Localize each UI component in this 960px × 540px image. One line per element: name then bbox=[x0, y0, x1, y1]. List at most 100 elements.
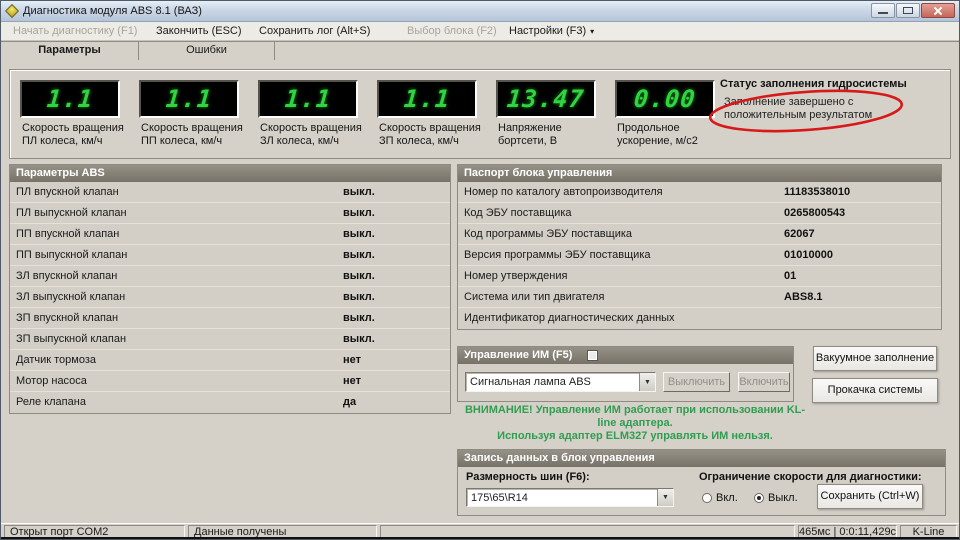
save-button[interactable]: Сохранить (Ctrl+W) bbox=[817, 484, 923, 509]
lcd-value: 1.1 bbox=[402, 85, 452, 113]
warning-line-2: Используя адаптер ELM327 управлять ИМ не… bbox=[497, 430, 773, 442]
param-label: ПЛ выпускной клапан bbox=[16, 207, 127, 219]
minimize-button[interactable] bbox=[871, 3, 895, 18]
passport-row: Система или тип двигателя ABS8.1 bbox=[458, 287, 941, 308]
tab-parameters[interactable]: Параметры bbox=[1, 42, 139, 60]
menu-select-block: Выбор блока (F2) bbox=[407, 25, 497, 37]
passport-label: Идентификатор диагностических данных bbox=[464, 312, 675, 324]
passport-row: Версия программы ЭБУ поставщика 01010000 bbox=[458, 245, 941, 266]
chevron-down-icon[interactable] bbox=[657, 489, 673, 506]
param-row: ЗП впускной клапан выкл. bbox=[10, 308, 450, 329]
param-row: Датчик тормоза нет bbox=[10, 350, 450, 371]
radio-off-label: Выкл. bbox=[768, 492, 798, 504]
app-window: Диагностика модуля ABS 8.1 (ВАЗ) Начать … bbox=[0, 0, 960, 540]
param-row: ЗЛ выпускной клапан выкл. bbox=[10, 287, 450, 308]
tire-size-label: Размерность шин (F6): bbox=[466, 471, 590, 483]
param-value: выкл. bbox=[343, 186, 375, 198]
lcd-display-fl-speed: 1.1 bbox=[20, 80, 120, 118]
tab-errors[interactable]: Ошибки bbox=[139, 42, 275, 60]
gauges-panel: 1.1 1.1 1.1 1.1 13.47 0.00 Скорость вращ… bbox=[9, 69, 951, 159]
passport-row: Код программы ЭБУ поставщика 62067 bbox=[458, 224, 941, 245]
lcd-value: 13.47 bbox=[506, 85, 586, 113]
abs-panel-title: Параметры ABS bbox=[16, 167, 105, 179]
im-checkbox[interactable] bbox=[587, 350, 599, 361]
param-label: ЗП выпускной клапан bbox=[16, 333, 127, 345]
actuator-on-button: Включить bbox=[738, 372, 790, 392]
radio-on-label: Вкл. bbox=[716, 492, 738, 504]
speed-limit-off-radio[interactable]: Выкл. bbox=[754, 492, 798, 504]
param-label: ПЛ впускной клапан bbox=[16, 186, 119, 198]
speed-limit-label: Ограничение скорости для диагностики: bbox=[699, 471, 922, 483]
param-value: выкл. bbox=[343, 333, 375, 345]
param-value: нет bbox=[343, 354, 362, 366]
close-button[interactable] bbox=[921, 3, 955, 18]
chevron-down-icon: ▾ bbox=[590, 27, 595, 36]
write-data-panel: Запись данных в блок управления Размерно… bbox=[457, 449, 946, 516]
param-label: ЗП впускной клапан bbox=[16, 312, 119, 324]
lcd-display-voltage: 13.47 bbox=[496, 80, 596, 118]
passport-row: Код ЭБУ поставщика 0265800543 bbox=[458, 203, 941, 224]
window-controls bbox=[871, 3, 955, 18]
window-title: Диагностика модуля ABS 8.1 (ВАЗ) bbox=[23, 5, 202, 17]
passport-value: 01 bbox=[784, 270, 797, 282]
speed-limit-on-radio[interactable]: Вкл. bbox=[702, 492, 738, 504]
passport-row: Номер утверждения 01 bbox=[458, 266, 941, 287]
lcd-display-accel: 0.00 bbox=[615, 80, 715, 118]
write-panel-title: Запись данных в блок управления bbox=[464, 452, 655, 464]
param-value: да bbox=[343, 396, 357, 408]
param-label: ЗЛ впускной клапан bbox=[16, 270, 118, 282]
menu-save-log[interactable]: Сохранить лог (Alt+S) bbox=[259, 25, 370, 37]
passport-label: Система или тип двигателя bbox=[464, 291, 605, 303]
bottom-edge bbox=[1, 537, 959, 539]
passport-label: Версия программы ЭБУ поставщика bbox=[464, 249, 651, 261]
param-value: выкл. bbox=[343, 207, 375, 219]
gauge-label: Скорость вращения ЗЛ колеса, км/ч bbox=[260, 122, 362, 147]
passport-value: 62067 bbox=[784, 228, 815, 240]
lcd-display-rl-speed: 1.1 bbox=[258, 80, 358, 118]
abs-parameters-panel: Параметры ABS ПЛ впускной клапан выкл. ПЛ… bbox=[9, 164, 451, 414]
actuator-select[interactable]: Сигнальная лампа ABS bbox=[465, 372, 656, 392]
gauge-label: Скорость вращения ЗП колеса, км/ч bbox=[379, 122, 481, 147]
radio-icon bbox=[702, 493, 712, 503]
lcd-value: 0.00 bbox=[632, 85, 698, 113]
passport-row: Идентификатор диагностических данных bbox=[458, 308, 941, 329]
tabbar: Параметры Ошибки bbox=[1, 41, 959, 60]
maximize-button[interactable] bbox=[896, 3, 920, 18]
menu-settings[interactable]: Настройки (F3) ▾ bbox=[509, 25, 594, 37]
param-row: ЗП выпускной клапан выкл. bbox=[10, 329, 450, 350]
lcd-value: 1.1 bbox=[283, 85, 333, 113]
param-value: выкл. bbox=[343, 270, 375, 282]
system-bleed-button[interactable]: Прокачка системы bbox=[812, 378, 938, 403]
radio-icon bbox=[754, 493, 764, 503]
chevron-down-icon[interactable] bbox=[639, 373, 655, 391]
passport-label: Код ЭБУ поставщика bbox=[464, 207, 572, 219]
tire-size-select[interactable]: 175\65\R14 bbox=[466, 488, 674, 507]
param-row: ПЛ выпускной клапан выкл. bbox=[10, 203, 450, 224]
app-icon bbox=[4, 3, 20, 19]
lcd-value: 1.1 bbox=[45, 85, 95, 113]
param-row: ПЛ впускной клапан выкл. bbox=[10, 182, 450, 203]
menu-finish[interactable]: Закончить (ESC) bbox=[156, 25, 242, 37]
param-label: ЗЛ выпускной клапан bbox=[16, 291, 126, 303]
menubar: Начать диагностику (F1) Закончить (ESC) … bbox=[1, 22, 959, 41]
passport-value: ABS8.1 bbox=[784, 291, 823, 303]
passport-row: Номер по каталогу автопроизводителя 11183… bbox=[458, 182, 941, 203]
kl-line-warning: ВНИМАНИЕ! Управление ИМ работает при исп… bbox=[457, 404, 813, 443]
tire-size-value: 175\65\R14 bbox=[471, 491, 528, 504]
hydro-status-title: Статус заполнения гидросистемы bbox=[720, 78, 907, 90]
param-value: выкл. bbox=[343, 228, 375, 240]
param-label: Реле клапана bbox=[16, 396, 86, 408]
ecu-passport-panel: Паспорт блока управления Номер по катало… bbox=[457, 164, 942, 330]
param-label: Датчик тормоза bbox=[16, 354, 96, 366]
gauge-label: Продольное ускорение, м/с2 bbox=[617, 122, 698, 147]
passport-label: Номер утверждения bbox=[464, 270, 568, 282]
gauge-label: Напряжение бортсети, В bbox=[498, 122, 562, 147]
menu-start-diagnostics: Начать диагностику (F1) bbox=[13, 25, 138, 37]
passport-value: 01010000 bbox=[784, 249, 833, 261]
param-value: выкл. bbox=[343, 291, 375, 303]
vacuum-fill-button[interactable]: Вакуумное заполнение bbox=[813, 346, 937, 371]
param-row: ПП впускной клапан выкл. bbox=[10, 224, 450, 245]
param-value: выкл. bbox=[343, 312, 375, 324]
lcd-display-rr-speed: 1.1 bbox=[377, 80, 477, 118]
passport-panel-title: Паспорт блока управления bbox=[464, 167, 613, 179]
